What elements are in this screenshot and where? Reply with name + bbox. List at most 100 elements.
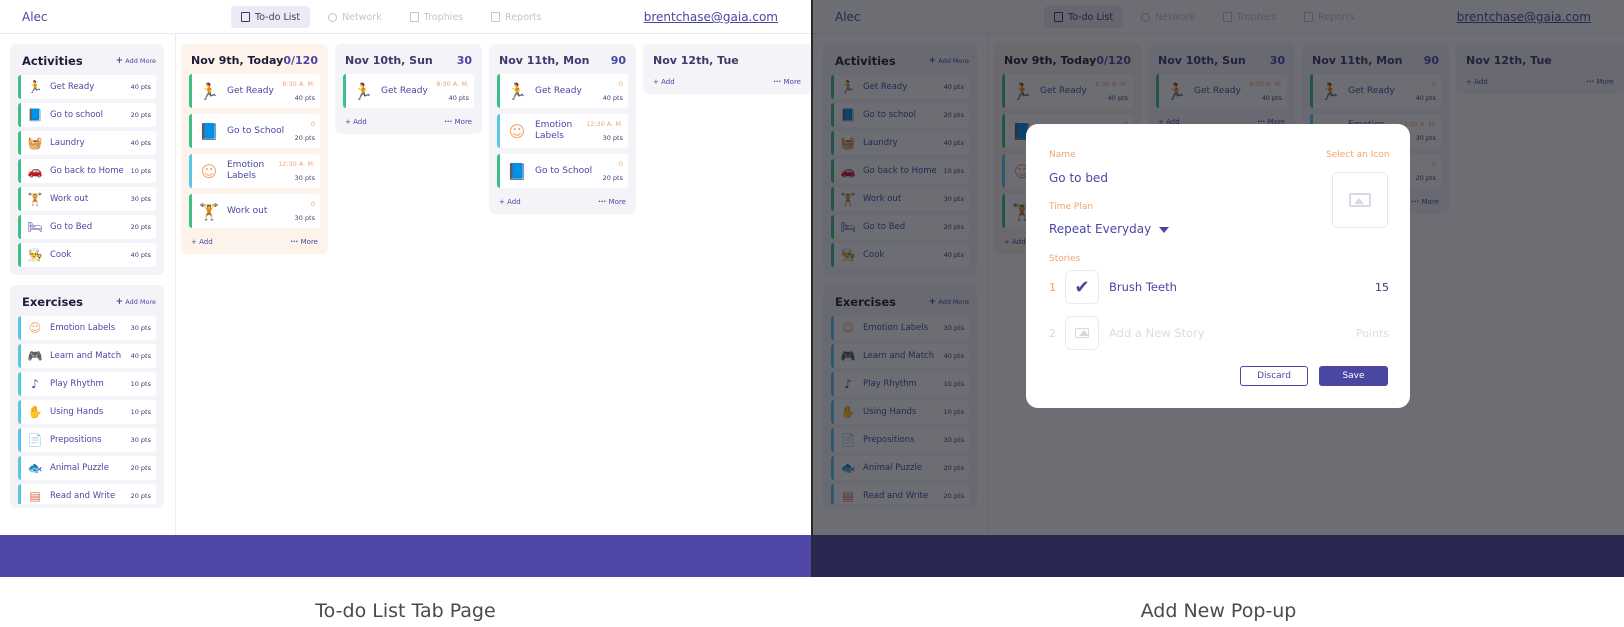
task-label: Emotion Labels bbox=[535, 120, 573, 141]
task-card[interactable]: 🏃 Get Ready 8:30 A. M. 40 pts bbox=[189, 74, 320, 108]
sidebar-item-points: 30 pts bbox=[130, 436, 151, 444]
user-name[interactable]: Alec bbox=[22, 10, 48, 24]
dumbbell-icon: 🏋 bbox=[27, 192, 43, 206]
caption-todo-list: To-do List Tab Page bbox=[315, 600, 496, 622]
more-button[interactable]: More bbox=[773, 78, 801, 86]
day-score: 90 bbox=[610, 54, 626, 67]
sidebar-item[interactable]: 🛏 Go to Bed 20 pts bbox=[18, 215, 156, 239]
task-label: Get Ready bbox=[535, 85, 582, 96]
book-icon: 📘 bbox=[27, 108, 43, 122]
sidebar-item[interactable]: ✋ Using Hands 10 pts bbox=[18, 400, 156, 424]
day-score: 30 bbox=[456, 54, 472, 67]
task-card[interactable]: ☺ Emotion Labels 12:30 A. M. 30 pts bbox=[497, 114, 628, 148]
add-task-button[interactable]: + Add bbox=[653, 78, 675, 86]
sidebar-item[interactable]: ♪ Play Rhythm 10 pts bbox=[18, 372, 156, 396]
sidebar-item[interactable]: 📄 Prepositions 30 pts bbox=[18, 428, 156, 452]
tab-label: Reports bbox=[505, 11, 542, 23]
day-date: Nov 12th, Tue bbox=[653, 54, 739, 67]
sidebar-item-label: Go to Bed bbox=[50, 222, 93, 232]
smiley-icon: ☺ bbox=[508, 121, 526, 141]
sidebar-item-label: Learn and Match bbox=[50, 351, 122, 361]
sidebar-item-label: Go back to Home bbox=[50, 166, 124, 176]
sidebar-item-points: 40 pts bbox=[130, 251, 151, 259]
task-card[interactable]: 🏃 Get Ready 8:30 A. M. 40 pts bbox=[343, 74, 474, 108]
more-button[interactable]: More bbox=[598, 198, 626, 206]
sidebar-item[interactable]: 👨‍🍳 Cook 40 pts bbox=[18, 243, 156, 267]
sidebar-item[interactable]: ▤ Read and Write 20 pts bbox=[18, 484, 156, 504]
sidebar-item-points: 40 pts bbox=[130, 352, 151, 360]
task-time: 8:30 A. M. bbox=[282, 80, 315, 88]
task-meta: 0 20 pts bbox=[603, 160, 628, 182]
task-card[interactable]: 📘 Go to School 0 20 pts bbox=[497, 154, 628, 188]
story-number: 1 bbox=[1049, 280, 1056, 294]
task-card[interactable]: 🏃 Get Ready 0 40 pts bbox=[497, 74, 628, 108]
sidebar-item[interactable]: 🏃 Get Ready 40 pts bbox=[18, 75, 156, 99]
task-card[interactable]: 📘 Go to School 0 20 pts bbox=[189, 114, 320, 148]
sidebar-item-points: 30 pts bbox=[130, 195, 151, 203]
image-placeholder-icon bbox=[1349, 193, 1371, 207]
day-score: 0/120 bbox=[283, 54, 318, 67]
select-icon-link[interactable]: Select an Icon bbox=[1326, 150, 1390, 160]
sidebar-item[interactable]: 🎮 Learn and Match 40 pts bbox=[18, 344, 156, 368]
sidebar-item-points: 20 pts bbox=[130, 223, 151, 231]
divider bbox=[175, 34, 176, 535]
add-task-button[interactable]: + Add bbox=[345, 118, 367, 126]
sidebar-item-points: 20 pts bbox=[130, 111, 151, 119]
task-label: Go to School bbox=[227, 125, 285, 136]
modal-overlay[interactable]: Name Select an Icon Go to bed Time Plan … bbox=[813, 0, 1624, 577]
task-time: 0 bbox=[618, 80, 623, 88]
footer-bar bbox=[0, 535, 811, 577]
account-email-link[interactable]: brentchase@gaia.com bbox=[644, 10, 778, 24]
sidebar-item[interactable]: ☺ Emotion Labels 30 pts bbox=[18, 316, 156, 340]
car-icon: 🚗 bbox=[27, 164, 43, 178]
tab-trophies[interactable]: Trophies bbox=[400, 6, 473, 28]
task-meta: 8:30 A. M. 40 pts bbox=[282, 80, 320, 102]
save-button[interactable]: Save bbox=[1319, 366, 1388, 386]
day-column: Nov 11th, Mon 90 🏃 Get Ready 0 40 pts ☺ Emotion… bbox=[489, 44, 636, 214]
more-button[interactable]: More bbox=[444, 118, 472, 126]
story-row[interactable]: 1 ✔ Brush Teeth 15 bbox=[1049, 270, 1389, 304]
sidebar-item[interactable]: 🐟 Animal Puzzle 20 pts bbox=[18, 456, 156, 480]
sidebar-item[interactable]: 🚗 Go back to Home 10 pts bbox=[18, 159, 156, 183]
task-points: 30 pts bbox=[294, 174, 315, 182]
task-card[interactable]: ☺ Emotion Labels 12:30 A. M. 30 pts bbox=[189, 154, 320, 188]
stories-label: Stories bbox=[1049, 254, 1081, 264]
day-column: Nov 10th, Sun 30 🏃 Get Ready 8:30 A. M. 40 pt… bbox=[335, 44, 482, 134]
more-button[interactable]: More bbox=[290, 238, 318, 246]
task-time: 0 bbox=[618, 160, 623, 168]
add-more-button[interactable]: + Add More bbox=[116, 297, 156, 307]
tab-label: To-do List bbox=[255, 11, 301, 23]
name-input[interactable]: Go to bed bbox=[1049, 171, 1108, 185]
activities-list: 🏃 Get Ready 40 pts 📘 Go to school 20 pts 🧺 Laun… bbox=[18, 75, 156, 267]
day-date: Nov 10th, Sun bbox=[345, 54, 433, 67]
sidebar-item-label: Get Ready bbox=[50, 82, 95, 92]
add-task-button[interactable]: + Add bbox=[499, 198, 521, 206]
tab-label: Trophies bbox=[423, 11, 464, 23]
new-story-row[interactable]: 2 Add a New Story Points bbox=[1049, 316, 1389, 350]
sidebar-item[interactable]: 🏋 Work out 30 pts bbox=[18, 187, 156, 211]
book-icon: 📘 bbox=[199, 121, 219, 141]
day-column: Nov 12th, Tue + Add More bbox=[643, 44, 811, 94]
points-input[interactable]: Points bbox=[1356, 327, 1389, 340]
task-points: 20 pts bbox=[602, 174, 623, 182]
tab-network[interactable]: Network bbox=[318, 6, 392, 28]
sidebar-item-label: Read and Write bbox=[50, 491, 116, 501]
image-placeholder-icon[interactable] bbox=[1065, 316, 1099, 350]
discard-button[interactable]: Discard bbox=[1240, 366, 1308, 386]
task-meta: 12:30 A. M. 30 pts bbox=[278, 160, 320, 182]
add-more-button[interactable]: + Add More bbox=[116, 56, 156, 66]
task-time: 8:30 A. M. bbox=[436, 80, 469, 88]
sidebar-item[interactable]: 🧺 Laundry 40 pts bbox=[18, 131, 156, 155]
icon-picker[interactable] bbox=[1332, 172, 1388, 228]
tab-todo-list[interactable]: To-do List bbox=[231, 6, 311, 28]
task-meta: 8:30 A. M. 40 pts bbox=[436, 80, 474, 102]
time-plan-dropdown[interactable]: Repeat Everyday bbox=[1049, 222, 1169, 236]
add-task-button[interactable]: + Add bbox=[191, 238, 213, 246]
task-meta: 0 30 pts bbox=[295, 200, 320, 222]
network-icon bbox=[328, 12, 338, 22]
todo-list-screen: Alec To-do List Network Trophies Reports… bbox=[0, 0, 811, 577]
tab-reports[interactable]: Reports bbox=[481, 6, 551, 28]
sidebar-item[interactable]: 📘 Go to school 20 pts bbox=[18, 103, 156, 127]
task-card[interactable]: 🏋 Work out 0 30 pts bbox=[189, 194, 320, 228]
new-story-input[interactable]: Add a New Story bbox=[1109, 326, 1356, 340]
